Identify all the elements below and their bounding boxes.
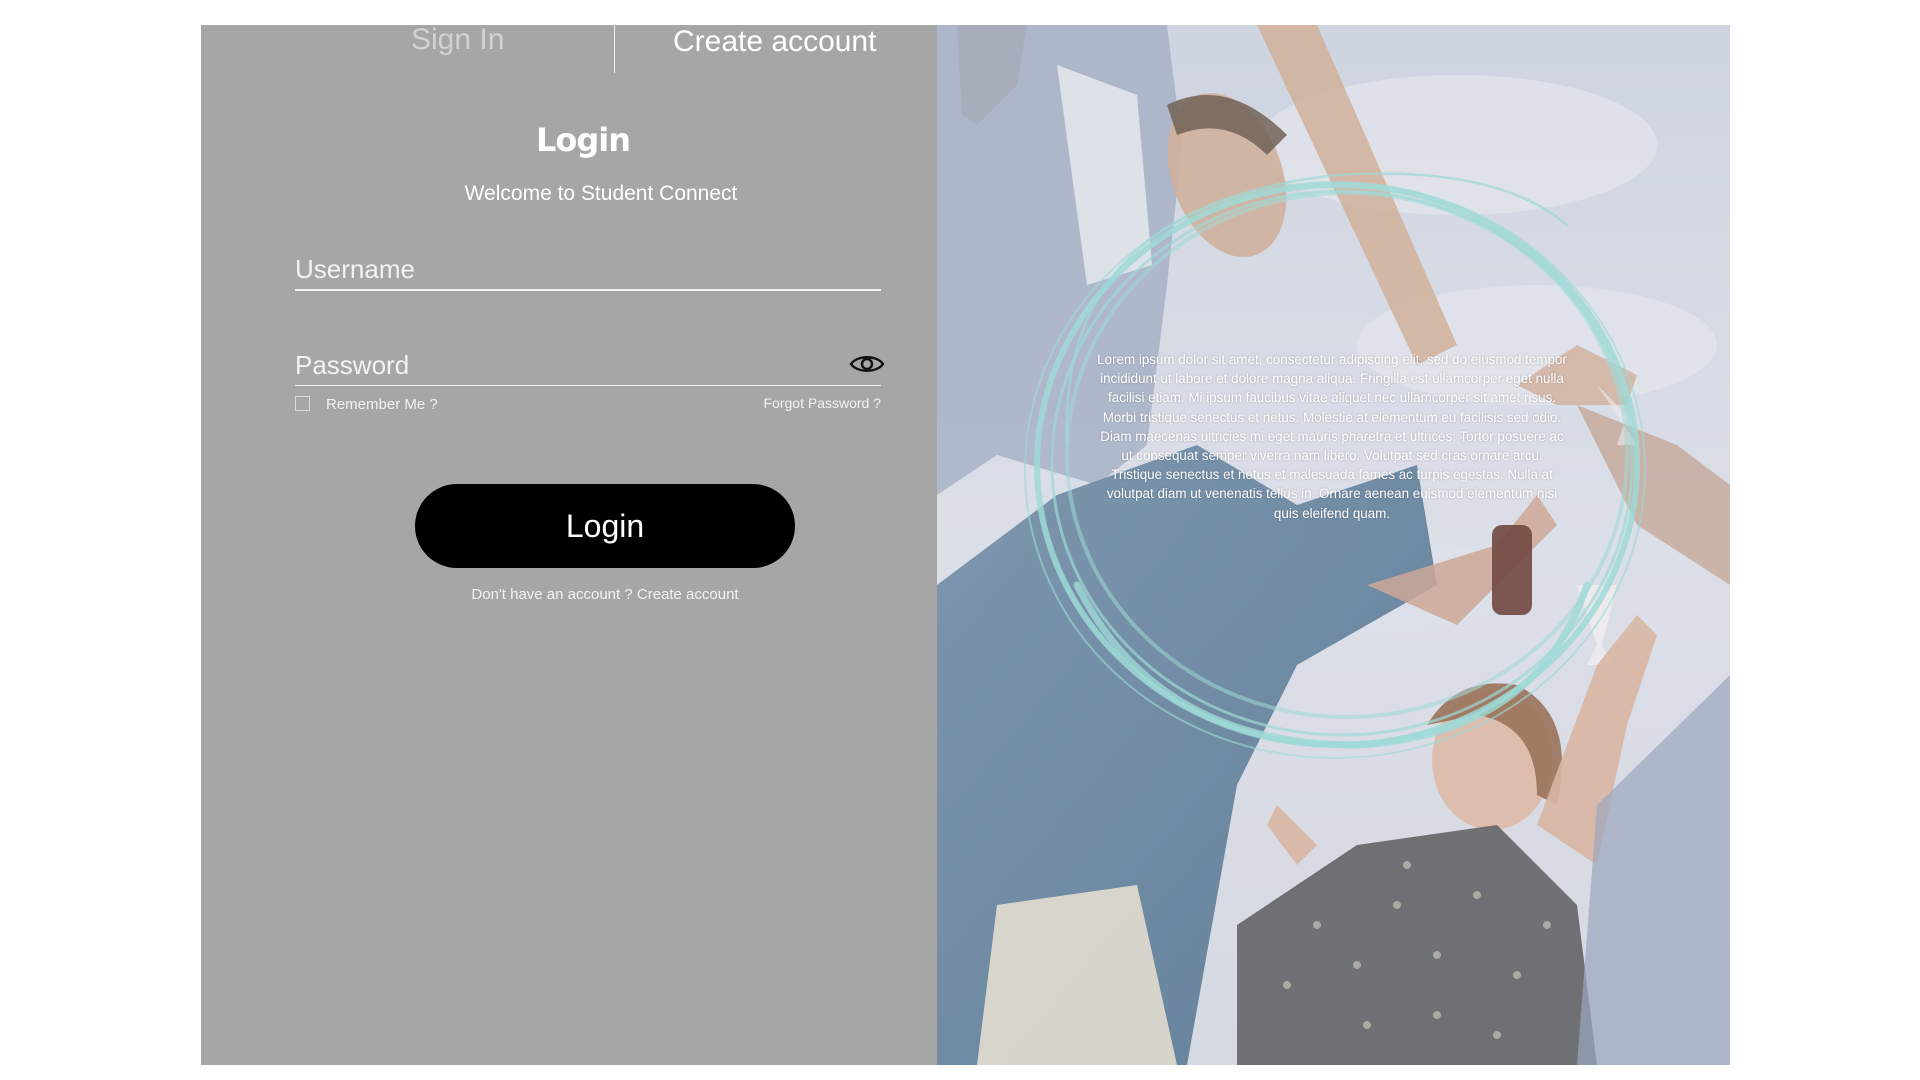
welcome-text: Welcome to Student Connect xyxy=(464,182,738,205)
friends-toasting-photo xyxy=(937,25,1730,1065)
login-heading: Login xyxy=(535,121,631,159)
login-button[interactable]: Login xyxy=(415,484,795,568)
eye-icon[interactable] xyxy=(849,353,885,375)
tab-divider xyxy=(614,25,615,73)
tab-sign-in[interactable]: Sign In xyxy=(411,25,504,55)
username-input[interactable] xyxy=(295,249,881,289)
remember-row: Remember Me ? Forgot Password ? xyxy=(295,394,881,416)
promo-lorem-text: Lorem ipsum dolor sit amet, consectetur … xyxy=(1097,352,1567,521)
username-field-wrapper xyxy=(295,249,881,291)
remember-me-checkbox[interactable] xyxy=(295,396,310,411)
login-card: Sign In Create account Login Welcome to … xyxy=(201,25,1730,1065)
tab-create-account[interactable]: Create account xyxy=(673,27,876,57)
password-input[interactable] xyxy=(295,345,881,385)
promo-panel: Lorem ipsum dolor sit amet, consectetur … xyxy=(937,25,1730,1065)
password-field-wrapper xyxy=(295,345,885,386)
create-account-link[interactable]: Don't have an account ? Create account xyxy=(201,586,1009,603)
auth-tabs: Sign In Create account xyxy=(201,25,937,73)
remember-me-label: Remember Me ? xyxy=(326,396,438,413)
forgot-password-link[interactable]: Forgot Password ? xyxy=(764,395,882,411)
login-panel: Sign In Create account Login Welcome to … xyxy=(201,25,937,1065)
